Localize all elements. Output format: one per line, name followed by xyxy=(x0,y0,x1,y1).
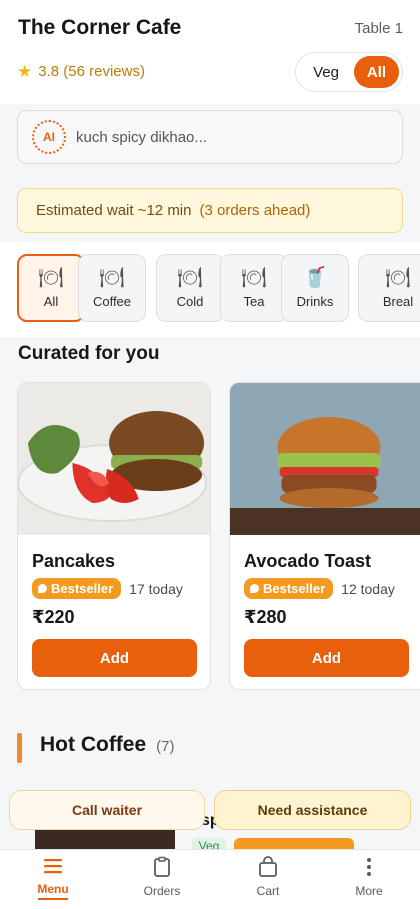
hot-coffee-count: (7) xyxy=(156,738,175,755)
tab-label: Orders xyxy=(143,884,181,898)
dish-badge-row: Bestseller 12 today xyxy=(244,578,395,599)
rating: ★ 3.8 (56 reviews) xyxy=(17,63,145,80)
category-drinks[interactable]: 🥤 Drinks xyxy=(281,254,349,322)
plate-icon: 🍽 xyxy=(241,266,267,289)
cup-icon: 🥤 xyxy=(302,266,328,289)
dish-photo xyxy=(230,383,420,535)
category-strip: 🍽 All 🍽 Coffee 🍽 Cold 🍽 Tea 🥤 Drinks 🍽 B… xyxy=(0,242,420,337)
dish-price: ₹220 xyxy=(32,607,75,627)
bottom-tab-bar: Menu Orders Cart More xyxy=(0,849,420,909)
ai-search-box[interactable]: AI xyxy=(17,110,403,164)
bag-icon xyxy=(259,856,277,877)
category-coffee[interactable]: 🍽 Coffee xyxy=(78,254,146,322)
category-breakfast[interactable]: 🍽 Breal xyxy=(358,254,420,322)
hot-coffee-title: Hot Coffee xyxy=(40,733,147,756)
ai-search-input[interactable] xyxy=(76,128,366,146)
hot-coffee-header: Hot Coffee (7) xyxy=(17,733,175,763)
curated-card-pancakes[interactable]: Pancakes Bestseller 17 today ₹220 Add xyxy=(17,382,211,690)
tab-label: Menu xyxy=(37,882,69,896)
bestseller-badge: Bestseller xyxy=(32,578,122,599)
category-label: Tea xyxy=(243,293,265,309)
orders-today: 12 today xyxy=(341,580,395,597)
plate-icon: 🍽 xyxy=(177,266,203,289)
category-cold[interactable]: 🍽 Cold xyxy=(156,254,224,322)
dish-name: Pancakes xyxy=(32,551,116,571)
filter-all-option[interactable]: All xyxy=(354,56,399,88)
dish-price: ₹280 xyxy=(244,607,287,627)
need-assistance-button[interactable]: Need assistance xyxy=(214,790,411,830)
category-all[interactable]: 🍽 All xyxy=(17,254,85,322)
category-label: Breal xyxy=(382,293,414,309)
bestseller-label: Bestseller xyxy=(51,581,114,596)
dish-photo xyxy=(18,383,210,535)
menu-icon xyxy=(44,859,62,874)
curated-title: Curated for you xyxy=(18,343,160,364)
bestseller-badge: Bestseller xyxy=(244,578,334,599)
tab-menu[interactable]: Menu xyxy=(13,856,93,900)
rating-text: 3.8 (56 reviews) xyxy=(38,63,145,80)
tab-more[interactable]: More xyxy=(329,856,409,898)
table-number: Table 1 xyxy=(354,20,403,37)
wait-time-text: Estimated wait ~12 min xyxy=(36,202,192,219)
tab-orders[interactable]: Orders xyxy=(122,856,202,898)
plate-icon: 🍽 xyxy=(38,266,64,289)
dish-name: Avocado Toast xyxy=(244,551,372,571)
section-accent-bar xyxy=(17,733,22,763)
orders-ahead-text: (3 orders ahead) xyxy=(199,202,311,219)
active-tab-indicator xyxy=(38,898,68,900)
tab-cart[interactable]: Cart xyxy=(228,856,308,898)
call-waiter-button[interactable]: Call waiter xyxy=(9,790,205,830)
curated-card-avocado-toast[interactable]: Avocado Toast Bestseller 12 today ₹280 A… xyxy=(229,382,420,690)
bestseller-label: Bestseller xyxy=(263,581,326,596)
tab-label: More xyxy=(355,884,383,898)
plate-icon: 🍽 xyxy=(99,266,125,289)
more-icon xyxy=(367,858,371,876)
leaf-icon xyxy=(38,584,47,593)
leaf-icon xyxy=(250,584,259,593)
add-button[interactable]: Add xyxy=(244,639,409,677)
category-label: Cold xyxy=(176,293,204,309)
wait-time-banner: Estimated wait ~12 min (3 orders ahead) xyxy=(17,188,403,233)
add-button[interactable]: Add xyxy=(32,639,197,677)
category-tea[interactable]: 🍽 Tea xyxy=(220,254,288,322)
cafe-name: The Corner Cafe xyxy=(18,16,182,39)
veg-filter-toggle: Veg All xyxy=(295,52,403,92)
header: The Corner Cafe Table 1 ★ 3.8 (56 review… xyxy=(0,0,420,104)
filter-veg-option[interactable]: Veg xyxy=(300,56,352,88)
clipboard-icon xyxy=(154,856,170,877)
tab-label: Cart xyxy=(256,884,280,898)
category-label: All xyxy=(43,293,59,309)
category-label: Coffee xyxy=(92,293,132,309)
dish-badge-row: Bestseller 17 today xyxy=(32,578,183,599)
ai-icon: AI xyxy=(32,120,66,154)
plate-icon: 🍽 xyxy=(385,266,411,289)
category-label: Drinks xyxy=(296,293,334,309)
star-icon: ★ xyxy=(17,62,33,81)
orders-today: 17 today xyxy=(129,580,183,597)
